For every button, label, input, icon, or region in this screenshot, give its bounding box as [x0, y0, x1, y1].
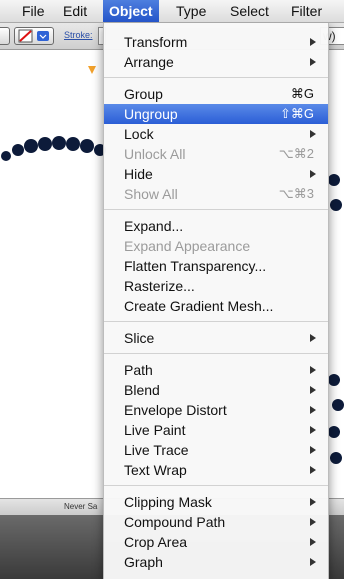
menu-item-clipping-mask[interactable]: Clipping Mask — [104, 492, 328, 512]
menu-item-hide[interactable]: Hide — [104, 164, 328, 184]
stroke-label[interactable]: Stroke: — [64, 30, 93, 40]
menu-item-text-wrap[interactable]: Text Wrap — [104, 460, 328, 480]
menu-item-label: Path — [124, 362, 153, 378]
menu-item-transform[interactable]: Transform — [104, 32, 328, 52]
dotted-path-top — [1, 136, 106, 161]
submenu-arrow-icon — [310, 558, 316, 566]
menu-item-crop-area[interactable]: Crop Area — [104, 532, 328, 552]
menu-item-label: Arrange — [124, 54, 174, 70]
menu-item-label: Compound Path — [124, 514, 226, 530]
no-stroke-icon — [18, 29, 49, 43]
menu-item-create-gradient-mesh[interactable]: Create Gradient Mesh... — [104, 296, 328, 316]
menu-item-unlock-all: Unlock All ⌥⌘2 — [104, 144, 328, 164]
menu-item-show-all: Show All ⌥⌘3 — [104, 184, 328, 204]
menu-bar: File Edit Object Type Select Filter — [0, 0, 344, 23]
menu-item-label: Clipping Mask — [124, 494, 212, 510]
menu-item-label: Create Gradient Mesh... — [124, 298, 274, 314]
menu-item-shortcut: ⌘G — [290, 86, 314, 101]
submenu-arrow-icon — [310, 498, 316, 506]
menu-separator — [104, 353, 328, 354]
menu-item-label: Live Paint — [124, 422, 186, 438]
menu-item-label: Blend — [124, 382, 160, 398]
menu-item-label: Expand Appearance — [124, 238, 251, 254]
menu-separator — [104, 209, 328, 210]
menu-filter[interactable]: Filter — [285, 0, 328, 22]
submenu-arrow-icon — [310, 446, 316, 454]
menu-item-label: Flatten Transparency... — [124, 258, 267, 274]
menu-separator — [104, 321, 328, 322]
menu-item-compound-path[interactable]: Compound Path — [104, 512, 328, 532]
menu-item-arrange[interactable]: Arrange — [104, 52, 328, 72]
save-status: Never Sa — [64, 502, 98, 511]
menu-item-live-trace[interactable]: Live Trace — [104, 440, 328, 460]
menu-item-label: Text Wrap — [124, 462, 187, 478]
submenu-arrow-icon — [310, 466, 316, 474]
menu-object[interactable]: Object — [103, 0, 159, 22]
menu-item-label: Envelope Distort — [124, 402, 227, 418]
menu-item-label: Rasterize... — [124, 278, 195, 294]
submenu-arrow-icon — [310, 518, 316, 526]
menu-item-label: Group — [124, 86, 163, 102]
menu-item-path[interactable]: Path — [104, 360, 328, 380]
menu-item-slice[interactable]: Slice — [104, 328, 328, 348]
submenu-arrow-icon — [310, 58, 316, 66]
menu-file[interactable]: File — [16, 0, 51, 22]
menu-item-envelope-distort[interactable]: Envelope Distort — [104, 400, 328, 420]
menu-item-live-paint[interactable]: Live Paint — [104, 420, 328, 440]
menu-edit[interactable]: Edit — [57, 0, 93, 22]
app-window: File Edit Object Type Select Filter Stro… — [0, 0, 344, 579]
menu-item-label: Expand... — [124, 218, 184, 234]
menu-item-expand[interactable]: Expand... — [104, 216, 328, 236]
menu-item-label: Live Trace — [124, 442, 189, 458]
menu-item-shortcut: ⌥⌘2 — [278, 146, 314, 161]
menu-item-rasterize[interactable]: Rasterize... — [104, 276, 328, 296]
stroke-swatch-button[interactable] — [14, 27, 54, 45]
menu-item-label: Graph — [124, 554, 163, 570]
menu-item-label: Show All — [124, 186, 178, 202]
fill-swatch-button[interactable] — [0, 27, 10, 45]
menu-item-label: Unlock All — [124, 146, 186, 162]
submenu-arrow-icon — [310, 386, 316, 394]
submenu-arrow-icon — [310, 406, 316, 414]
menu-item-label: Slice — [124, 330, 155, 346]
submenu-arrow-icon — [310, 538, 316, 546]
menu-item-label: Hide — [124, 166, 153, 182]
submenu-arrow-icon — [310, 170, 316, 178]
menu-type[interactable]: Type — [170, 0, 212, 22]
menu-item-label: Crop Area — [124, 534, 188, 550]
menu-item-group[interactable]: Group ⌘G — [104, 84, 328, 104]
menu-item-label: Transform — [124, 34, 188, 50]
menu-item-graph[interactable]: Graph — [104, 552, 328, 572]
artboard-marker-icon — [88, 66, 96, 74]
menu-item-expand-appearance: Expand Appearance — [104, 236, 328, 256]
object-menu: Transform Arrange Group ⌘G Ungroup ⇧⌘G Lock Unl… — [103, 22, 329, 579]
submenu-arrow-icon — [310, 130, 316, 138]
submenu-arrow-icon — [310, 334, 316, 342]
menu-separator — [104, 77, 328, 78]
menu-separator — [104, 485, 328, 486]
dotted-path-right — [328, 174, 344, 464]
menu-select[interactable]: Select — [224, 0, 275, 22]
submenu-arrow-icon — [310, 366, 316, 374]
menu-item-shortcut: ⇧⌘G — [279, 106, 314, 121]
submenu-arrow-icon — [310, 38, 316, 46]
menu-item-ungroup[interactable]: Ungroup ⇧⌘G — [104, 104, 328, 124]
menu-item-blend[interactable]: Blend — [104, 380, 328, 400]
menu-item-flatten-transparency[interactable]: Flatten Transparency... — [104, 256, 328, 276]
submenu-arrow-icon — [310, 426, 316, 434]
menu-item-label: Lock — [124, 126, 154, 142]
menu-item-shortcut: ⌥⌘3 — [278, 186, 314, 201]
menu-item-label: Ungroup — [124, 106, 178, 122]
menu-item-lock[interactable]: Lock — [104, 124, 328, 144]
